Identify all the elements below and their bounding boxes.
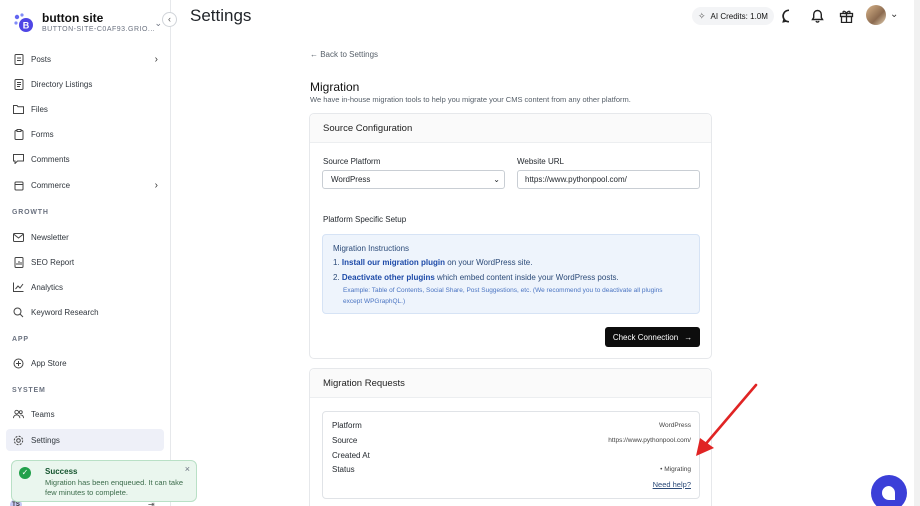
back-to-settings-link[interactable]: ← Back to Settings — [310, 50, 378, 59]
toast-title: Success — [45, 467, 78, 476]
migration-request-item: Platform WordPress Source https://www.py… — [322, 411, 700, 499]
annotation-arrow-icon — [696, 383, 758, 456]
instructions-title: Migration Instructions — [333, 244, 410, 253]
source-platform-label: Source Platform — [323, 157, 381, 166]
arrow-right-icon: → — [684, 332, 693, 342]
users-icon — [13, 409, 24, 420]
website-url-label: Website URL — [517, 157, 564, 166]
chat-bubble-icon — [882, 486, 896, 500]
folder-icon — [13, 104, 24, 115]
platform-value: WordPress — [658, 422, 691, 429]
source-configuration-heading: Source Configuration — [310, 114, 711, 143]
sidebar-item-files[interactable]: Files — [6, 98, 164, 120]
ai-credits-badge[interactable]: ✧ AI Credits: 1.0M — [692, 7, 774, 25]
status-label: Status — [332, 465, 355, 474]
sidebar-item-seo-report[interactable]: SEO Report — [6, 251, 164, 273]
site-logo-icon: B — [14, 13, 33, 32]
comment-icon — [13, 154, 24, 165]
deactivate-plugins-link[interactable]: Deactivate other plugins — [342, 273, 435, 282]
close-icon[interactable]: × — [185, 464, 190, 474]
chevron-down-icon: ⌄ — [493, 175, 500, 184]
site-name: button site — [42, 11, 104, 25]
page-title: Settings — [190, 6, 252, 25]
chart-icon — [13, 282, 24, 293]
bell-icon[interactable] — [809, 8, 825, 24]
site-switcher[interactable]: B button site BUTTON-SITE-C0AF93.GRIO...… — [12, 8, 162, 38]
document-icon — [13, 53, 24, 65]
source-label: Source — [332, 436, 358, 445]
need-help-link[interactable]: Need help? — [653, 480, 691, 489]
sidebar-item-comments[interactable]: Comments — [6, 148, 164, 170]
user-avatar[interactable] — [866, 5, 886, 25]
migration-instructions-box: Migration Instructions 1. Install our mi… — [322, 234, 700, 314]
status-badge: • Migrating — [660, 466, 691, 473]
sidebar-item-newsletter[interactable]: Newsletter — [6, 226, 164, 248]
check-circle-icon: ✓ — [19, 467, 31, 479]
website-url-input[interactable]: https://www.pythonpool.com/ — [517, 170, 700, 189]
chevron-down-icon: ⌄ — [154, 17, 162, 28]
chevron-down-icon[interactable]: ⌄ — [890, 9, 898, 20]
section-app: APP — [12, 336, 29, 343]
collapse-sidebar-button[interactable]: ‹ — [162, 12, 177, 27]
chevron-left-icon: ‹ — [168, 14, 171, 24]
instruction-step-1: 1. Install our migration plugin on your … — [333, 258, 533, 267]
gift-icon[interactable] — [838, 8, 854, 24]
clipboard-icon — [13, 128, 24, 140]
sidebar-item-directory-listings[interactable]: Directory Listings — [6, 73, 164, 95]
sidebar: B button site BUTTON-SITE-C0AF93.GRIO...… — [0, 0, 171, 506]
platform-setup-heading: Platform Specific Setup — [323, 215, 407, 224]
sidebar-item-posts[interactable]: Posts › — [6, 48, 164, 70]
search-icon — [13, 307, 24, 318]
section-growth: GROWTH — [12, 209, 49, 216]
chat-widget-button[interactable] — [871, 475, 907, 506]
source-value: https://www.pythonpool.com/ — [608, 437, 691, 444]
toast-message: Migration has been enqueued. It can take… — [45, 478, 184, 497]
chevron-right-icon: › — [154, 179, 158, 191]
migration-subtitle: We have in-house migration tools to help… — [310, 95, 631, 104]
check-connection-button[interactable]: Check Connection → — [605, 327, 700, 347]
migration-title: Migration — [310, 80, 360, 94]
store-icon — [13, 358, 24, 369]
source-configuration-card: Source Configuration Source Platform Wor… — [309, 113, 712, 359]
sparkle-icon: ✧ — [698, 10, 706, 21]
install-plugin-link[interactable]: Install our migration plugin — [342, 258, 445, 267]
report-icon — [13, 256, 24, 268]
platform-label: Platform — [332, 421, 362, 430]
sidebar-item-app-store[interactable]: App Store — [6, 352, 164, 374]
gear-icon — [13, 435, 24, 446]
source-platform-select[interactable]: WordPress ⌄ — [322, 170, 505, 189]
migration-requests-card: Migration Requests Platform WordPress So… — [309, 368, 712, 506]
created-at-label: Created At — [332, 451, 370, 460]
sidebar-item-commerce[interactable]: Commerce › — [6, 174, 164, 196]
success-toast: ✓ Success Migration has been enqueued. I… — [11, 460, 197, 502]
chevron-right-icon: › — [154, 53, 158, 65]
instructions-note: Example: Table of Contents, Social Share… — [343, 287, 663, 305]
list-icon — [13, 78, 24, 90]
instruction-step-2: 2. Deactivate other plugins which embed … — [333, 273, 619, 282]
migration-requests-heading: Migration Requests — [310, 369, 711, 398]
sidebar-item-analytics[interactable]: Analytics — [6, 276, 164, 298]
sidebar-item-keyword-research[interactable]: Keyword Research — [6, 301, 164, 323]
sidebar-item-teams[interactable]: Teams — [6, 403, 164, 425]
svg-text:B: B — [23, 21, 30, 31]
site-domain: BUTTON-SITE-C0AF93.GRIO... — [42, 26, 155, 33]
mail-icon — [13, 232, 24, 243]
section-system: SYSTEM — [12, 387, 46, 394]
chat-icon[interactable] — [781, 8, 797, 24]
sidebar-item-forms[interactable]: Forms — [6, 123, 164, 145]
sidebar-item-settings[interactable]: Settings — [6, 429, 164, 451]
cart-icon — [13, 180, 24, 191]
page-scrollbar[interactable] — [914, 0, 920, 506]
